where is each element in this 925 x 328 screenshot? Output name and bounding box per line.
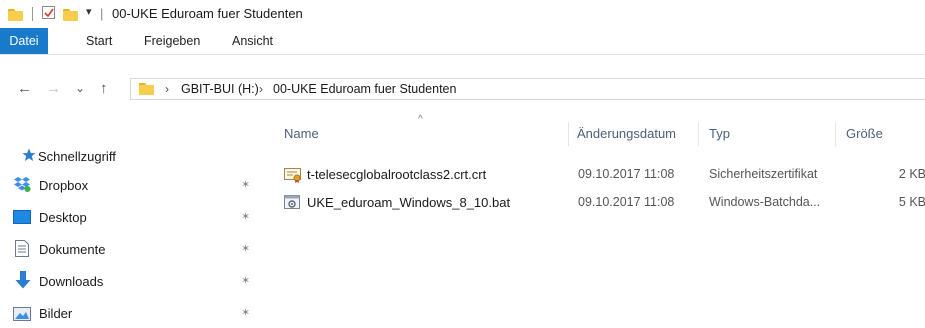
desktop-icon xyxy=(13,210,31,227)
star-icon xyxy=(22,148,36,165)
new-folder-icon[interactable] xyxy=(63,9,78,21)
dropbox-icon xyxy=(13,176,31,195)
file-date: 09.10.2017 11:08 xyxy=(578,167,675,181)
file-row-certificate[interactable]: t-telesecglobalrootclass2.crt.crt 09.10.… xyxy=(272,164,925,186)
file-size: 2 KB xyxy=(898,167,925,181)
back-button[interactable]: ← xyxy=(17,81,32,97)
navigation-bar: ← → ⌄ ↑ › GBIT-BUI (H:) › 00-UKE Eduroam… xyxy=(0,74,925,104)
certificate-icon xyxy=(284,167,302,186)
tab-datei[interactable]: Datei xyxy=(0,28,48,54)
pin-icon[interactable]: ✶ xyxy=(241,178,250,191)
sidebar-item-desktop[interactable]: Desktop ✶ xyxy=(0,204,265,232)
folder-icon[interactable] xyxy=(8,9,23,21)
breadcrumb-folder[interactable]: 00-UKE Eduroam fuer Studenten xyxy=(273,82,456,96)
sidebar-item-schnellzugriff[interactable]: Schnellzugriff xyxy=(0,143,265,171)
address-bar[interactable]: › GBIT-BUI (H:) › 00-UKE Eduroam fuer St… xyxy=(130,78,925,100)
sidebar-item-downloads[interactable]: Downloads ✶ xyxy=(0,268,265,296)
ribbon-tabs: Datei Start Freigeben Ansicht xyxy=(0,28,925,55)
title-separator: | xyxy=(100,6,104,21)
breadcrumb-drive[interactable]: GBIT-BUI (H:) xyxy=(181,82,259,96)
sidebar-item-label: Schnellzugriff xyxy=(38,149,116,164)
customize-toolbar-button[interactable]: ▾ xyxy=(86,5,92,18)
forward-button[interactable]: → xyxy=(46,81,61,97)
sidebar-item-label: Dokumente xyxy=(39,242,106,257)
up-button[interactable]: ↑ xyxy=(100,81,108,97)
file-size: 5 KB xyxy=(898,195,925,209)
tab-start[interactable]: Start xyxy=(76,28,122,54)
column-header-name[interactable]: Name xyxy=(284,126,319,141)
folder-icon xyxy=(139,83,154,95)
file-name[interactable]: t-telesecglobalrootclass2.crt.crt xyxy=(307,167,486,182)
column-divider[interactable] xyxy=(568,122,569,146)
file-date: 09.10.2017 11:08 xyxy=(578,195,675,209)
column-header-size[interactable]: Größe xyxy=(846,126,883,141)
sidebar-item-dropbox[interactable]: Dropbox ✶ xyxy=(0,172,265,200)
recent-locations-button[interactable]: ⌄ xyxy=(75,80,85,96)
properties-check-icon[interactable] xyxy=(42,6,55,19)
tab-freigeben[interactable]: Freigeben xyxy=(134,28,210,54)
column-divider[interactable] xyxy=(698,122,699,146)
sidebar-item-label: Bilder xyxy=(39,306,73,321)
file-type: Sicherheitszertifikat xyxy=(709,167,818,181)
pin-icon[interactable]: ✶ xyxy=(241,242,250,255)
column-header-type[interactable]: Typ xyxy=(709,126,730,141)
sidebar-item-label: Desktop xyxy=(39,210,87,225)
pin-icon[interactable]: ✶ xyxy=(241,274,250,287)
document-icon xyxy=(15,240,29,260)
pictures-icon xyxy=(13,307,31,324)
sort-indicator-icon: ^ xyxy=(418,114,423,125)
column-divider[interactable] xyxy=(835,122,836,146)
batch-file-icon xyxy=(284,195,302,214)
breadcrumb-separator[interactable]: › xyxy=(165,82,169,96)
sidebar-item-label: Downloads xyxy=(39,274,104,289)
sidebar-item-dokumente[interactable]: Dokumente ✶ xyxy=(0,236,265,264)
toolbar-separator xyxy=(32,7,33,21)
window-title: 00-UKE Eduroam fuer Studenten xyxy=(112,6,303,21)
file-type: Windows-Batchda... xyxy=(709,195,821,209)
file-row-batch[interactable]: UKE_eduroam_Windows_8_10.bat 09.10.2017 … xyxy=(272,192,925,214)
column-header-row: ^ Name Änderungsdatum Typ Größe xyxy=(272,112,925,148)
file-name[interactable]: UKE_eduroam_Windows_8_10.bat xyxy=(307,195,510,210)
sidebar-item-label: Dropbox xyxy=(39,178,89,193)
column-header-date[interactable]: Änderungsdatum xyxy=(577,126,676,141)
pin-icon[interactable]: ✶ xyxy=(241,306,250,319)
pin-icon[interactable]: ✶ xyxy=(241,210,250,223)
download-icon xyxy=(15,271,31,292)
title-bar: ▾ | 00-UKE Eduroam fuer Studenten xyxy=(0,0,925,28)
breadcrumb-separator[interactable]: › xyxy=(259,82,263,96)
tab-ansicht[interactable]: Ansicht xyxy=(222,28,283,54)
